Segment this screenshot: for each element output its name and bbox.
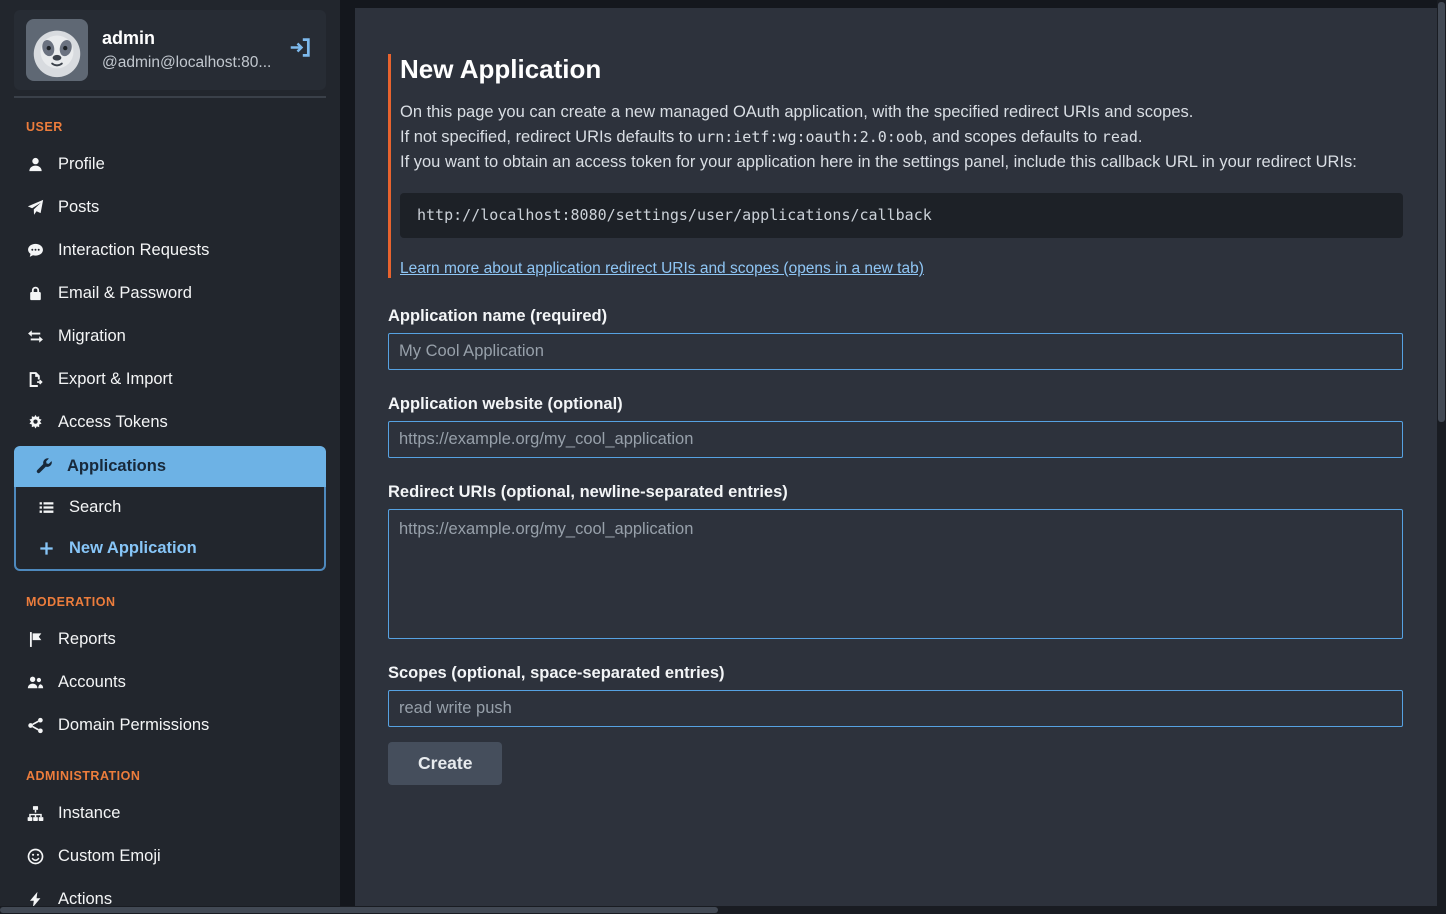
sidebar-item-label: Accounts — [58, 673, 126, 692]
callback-url: http://localhost:8080/settings/user/appl… — [417, 206, 932, 224]
sidebar-item-domain-permissions[interactable]: Domain Permissions — [0, 704, 340, 747]
sidebar-item-label: Migration — [58, 327, 126, 346]
sidebar-item-new-application[interactable]: New Application — [16, 528, 324, 569]
sidebar-item-label: Interaction Requests — [58, 241, 209, 260]
sidebar-nav: USER Profile Posts Interaction Requests Emai… — [0, 98, 340, 914]
sidebar-item-label: New Application — [69, 539, 197, 558]
section-label-administration: ADMINISTRATION — [0, 747, 340, 792]
sidebar-item-label: Access Tokens — [58, 413, 168, 432]
sidebar-item-label: Posts — [58, 198, 99, 217]
application-website-input[interactable] — [388, 421, 1403, 458]
sitemap-icon — [26, 805, 45, 822]
sidebar-item-label: Instance — [58, 804, 120, 823]
users-icon — [26, 674, 45, 691]
sidebar-item-applications[interactable]: Applications — [14, 446, 326, 487]
sidebar: admin @admin@localhost:80... USER Profile… — [0, 0, 340, 914]
learn-more-link[interactable]: Learn more about application redirect UR… — [400, 260, 924, 278]
file-export-icon — [26, 371, 45, 388]
sidebar-item-label: Email & Password — [58, 284, 192, 303]
sign-out-icon — [289, 46, 312, 63]
redirect-uris-label: Redirect URIs (optional, newline-separat… — [388, 483, 1403, 502]
page-description: On this page you can create a new manage… — [400, 100, 1403, 175]
horizontal-scrollbar[interactable] — [0, 906, 1446, 914]
wrench-icon — [35, 458, 54, 475]
inline-code-oob: urn:ietf:wg:oauth:2.0:oob — [697, 128, 923, 146]
application-name-group: Application name (required) — [388, 307, 1403, 370]
sidebar-item-label: Applications — [67, 457, 166, 476]
lock-icon — [26, 285, 45, 302]
description-text: . — [1138, 128, 1143, 146]
horizontal-scrollbar-thumb[interactable] — [0, 907, 718, 913]
description-text: If not specified, redirect URIs defaults… — [400, 128, 697, 146]
user-card: admin @admin@localhost:80... — [14, 10, 326, 90]
description-text: , and scopes defaults to — [923, 128, 1102, 146]
inline-code-read: read — [1102, 128, 1138, 146]
vertical-scrollbar-thumb[interactable] — [1438, 2, 1445, 422]
sidebar-item-accounts[interactable]: Accounts — [0, 661, 340, 704]
exchange-icon — [26, 328, 45, 345]
application-website-label: Application website (optional) — [388, 395, 1403, 414]
sidebar-item-label: Domain Permissions — [58, 716, 209, 735]
sidebar-item-label: Search — [69, 498, 121, 517]
sidebar-item-custom-emoji[interactable]: Custom Emoji — [0, 835, 340, 878]
sidebar-item-migration[interactable]: Migration — [0, 315, 340, 358]
description-line-3: If you want to obtain an access token fo… — [400, 150, 1403, 175]
create-button[interactable]: Create — [388, 742, 502, 785]
redirect-uris-textarea[interactable] — [388, 509, 1403, 639]
scopes-group: Scopes (optional, space-separated entrie… — [388, 664, 1403, 727]
scopes-label: Scopes (optional, space-separated entrie… — [388, 664, 1403, 683]
sidebar-item-interaction-requests[interactable]: Interaction Requests — [0, 229, 340, 272]
section-label-user: USER — [0, 98, 340, 143]
certificate-icon — [26, 414, 45, 431]
scopes-input[interactable] — [388, 690, 1403, 727]
section-label-moderation: MODERATION — [0, 573, 340, 618]
user-info: admin @admin@localhost:80... — [102, 28, 273, 72]
nav-children: Search New Application — [14, 487, 326, 571]
sidebar-item-export-import[interactable]: Export & Import — [0, 358, 340, 401]
user-avatar[interactable] — [26, 19, 88, 81]
user-icon — [26, 156, 45, 173]
callback-url-code-block[interactable]: http://localhost:8080/settings/user/appl… — [400, 193, 1403, 238]
flag-icon — [26, 631, 45, 648]
sidebar-item-reports[interactable]: Reports — [0, 618, 340, 661]
sidebar-item-label: Export & Import — [58, 370, 173, 389]
list-icon — [37, 499, 56, 516]
page-title: New Application — [400, 54, 1403, 85]
share-nodes-icon — [26, 717, 45, 734]
main-content: New Application On this page you can cre… — [355, 8, 1437, 906]
user-handle: @admin@localhost:80... — [102, 54, 273, 72]
plus-icon — [37, 540, 56, 557]
sidebar-item-instance[interactable]: Instance — [0, 792, 340, 835]
description-line-1: On this page you can create a new manage… — [400, 100, 1403, 125]
application-name-input[interactable] — [388, 333, 1403, 370]
smile-icon — [26, 848, 45, 865]
username: admin — [102, 28, 273, 49]
sidebar-item-label: Reports — [58, 630, 116, 649]
paper-plane-icon — [26, 199, 45, 216]
sloth-avatar-image — [26, 19, 88, 81]
description-line-2: If not specified, redirect URIs defaults… — [400, 125, 1403, 150]
application-name-label: Application name (required) — [388, 307, 1403, 326]
intro-section: New Application On this page you can cre… — [388, 54, 1403, 278]
vertical-scrollbar[interactable] — [1437, 0, 1446, 914]
application-website-group: Application website (optional) — [388, 395, 1403, 458]
logout-button[interactable] — [287, 32, 314, 68]
sidebar-item-label: Profile — [58, 155, 105, 174]
sidebar-item-posts[interactable]: Posts — [0, 186, 340, 229]
redirect-uris-group: Redirect URIs (optional, newline-separat… — [388, 483, 1403, 639]
nav-group-applications: Applications Search New Application — [14, 446, 326, 571]
sidebar-item-access-tokens[interactable]: Access Tokens — [0, 401, 340, 444]
comments-icon — [26, 242, 45, 259]
new-application-form: Application name (required) Application … — [388, 307, 1403, 785]
sidebar-item-profile[interactable]: Profile — [0, 143, 340, 186]
sidebar-item-search[interactable]: Search — [16, 487, 324, 528]
sidebar-item-label: Custom Emoji — [58, 847, 161, 866]
sidebar-item-email-password[interactable]: Email & Password — [0, 272, 340, 315]
